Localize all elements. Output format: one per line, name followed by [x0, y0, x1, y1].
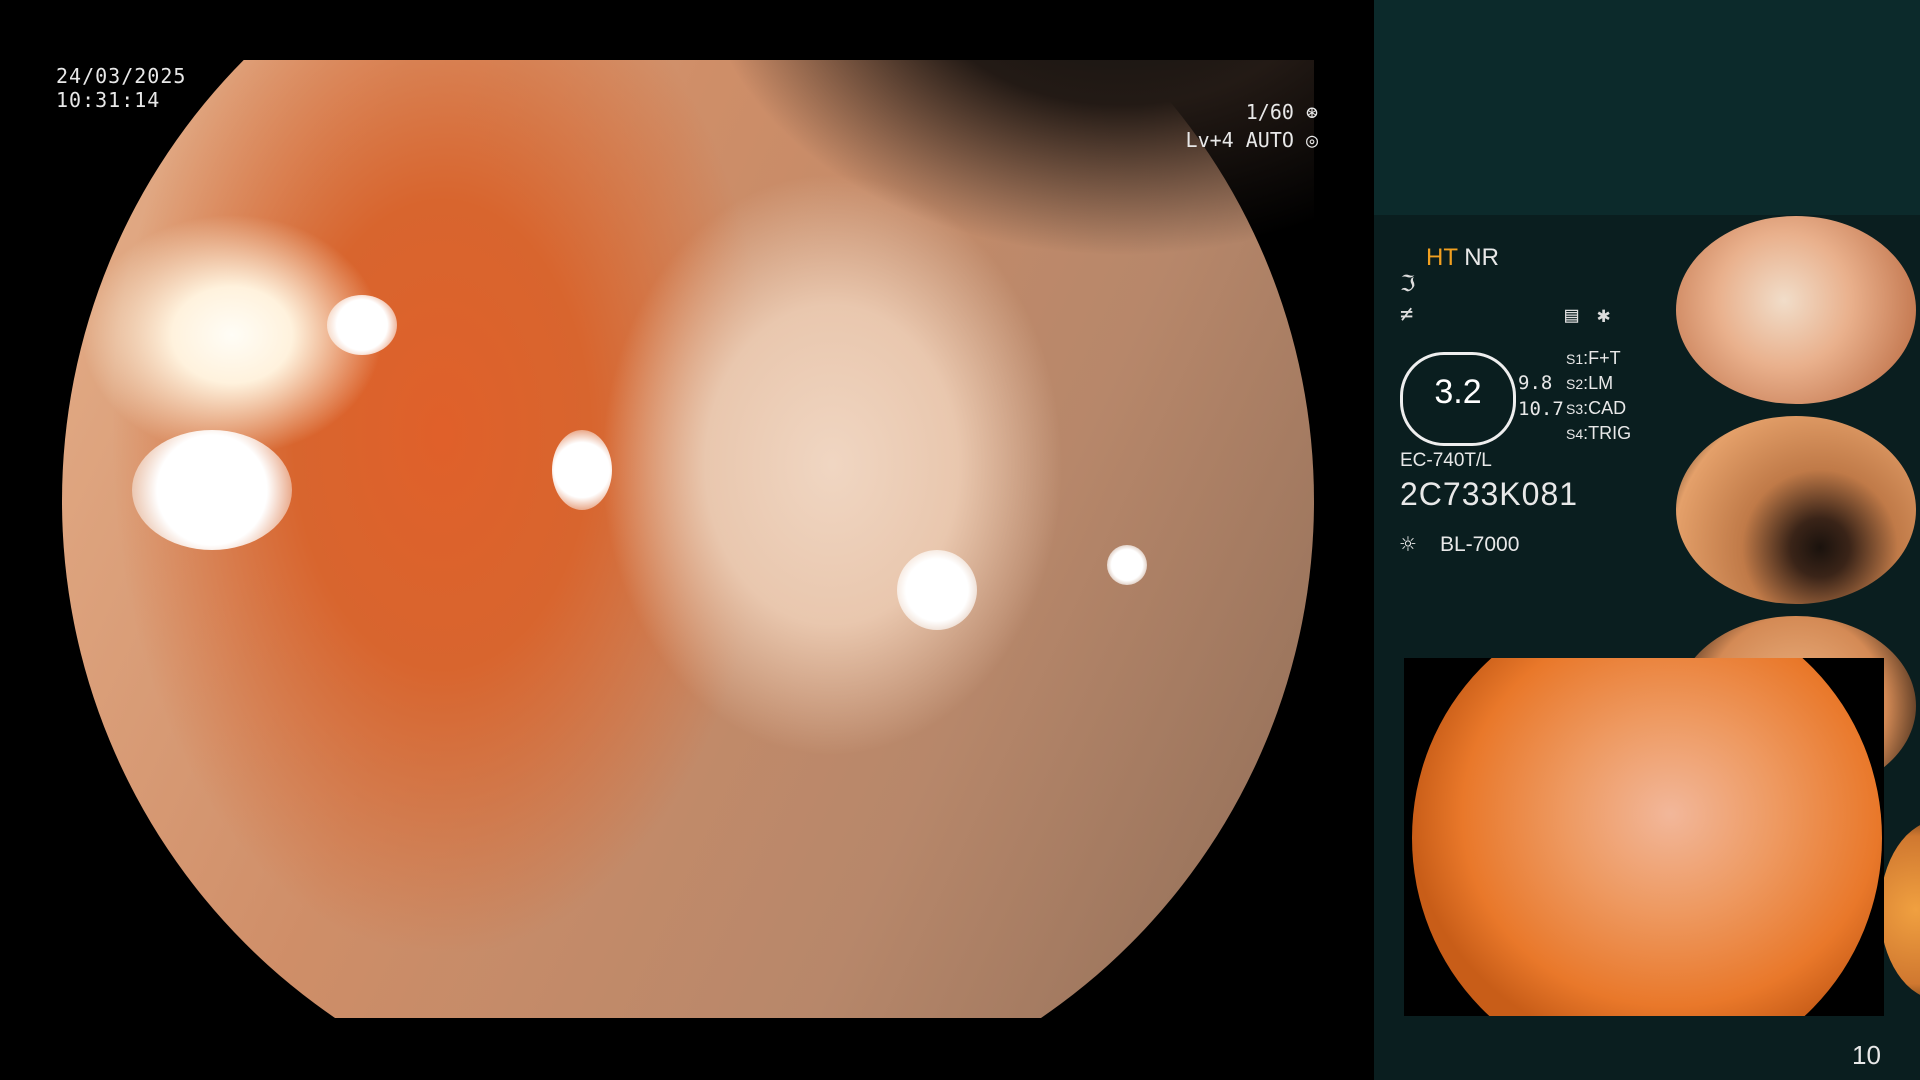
secondary-live-view	[1404, 658, 1884, 1016]
mode-ht: HT	[1426, 244, 1458, 271]
slot-value: TRIG	[1588, 423, 1632, 443]
asterisk-icon: ✱	[1597, 303, 1611, 328]
thumbnail-image	[1676, 416, 1916, 604]
shutter-icon: ⊛	[1305, 100, 1318, 124]
osd-date: 24/03/2025	[56, 64, 187, 88]
mode-nr: NR	[1464, 244, 1499, 271]
shutter-value: 1/60	[1245, 100, 1294, 124]
osd-time: 10:31:14	[56, 88, 161, 112]
side-value-2: 10.7	[1518, 398, 1564, 420]
scope-serial: 2C733K081	[1400, 476, 1579, 512]
slot-s2: S2:LM	[1566, 373, 1614, 393]
panel-header	[1374, 0, 1920, 215]
slot-key: S2	[1566, 376, 1584, 392]
magnification-gauge: 3.2	[1400, 352, 1516, 446]
light-glare	[897, 550, 977, 630]
light-glare	[1107, 545, 1147, 585]
menu-icon: ▤	[1565, 303, 1579, 328]
slot-value: F+T	[1588, 348, 1621, 368]
wave-icon: ℑ	[1400, 272, 1416, 297]
osd-shutter: 1/60 ⊛	[1246, 100, 1318, 124]
image-mode: HT NR	[1426, 244, 1499, 272]
gauge-value: 3.2	[1434, 373, 1482, 411]
thumbnail-2[interactable]	[1672, 416, 1920, 604]
thumbnail-image	[1676, 216, 1916, 404]
slot-value: LM	[1588, 373, 1614, 393]
light-glare	[552, 430, 612, 510]
level-value: Lv+4 AUTO	[1185, 128, 1294, 152]
slot-key: S3	[1566, 401, 1584, 417]
secondary-image	[1412, 658, 1882, 1016]
sun-icon: ☼	[1400, 530, 1416, 560]
thumbnail-1[interactable]	[1672, 216, 1920, 404]
thumbnail-4[interactable]	[1880, 820, 1920, 1000]
light-source: BL-7000	[1440, 533, 1520, 556]
side-value-1: 9.8	[1518, 372, 1553, 394]
endoscope-image	[62, 60, 1314, 1018]
slot-key: S4	[1566, 426, 1584, 442]
slash-icon: ≠	[1400, 302, 1414, 327]
lumen-shadow	[702, 60, 1314, 355]
slot-s1: S1:F+T	[1566, 348, 1621, 368]
thumbnail-image	[1880, 820, 1920, 1000]
page-number: 10	[1852, 1040, 1881, 1070]
slot-s3: S3:CAD	[1566, 398, 1627, 418]
slot-value: CAD	[1588, 398, 1627, 418]
light-glare	[327, 295, 397, 355]
scope-model: EC-740T/L	[1400, 450, 1492, 471]
light-glare	[132, 430, 292, 550]
iris-icon: ◎	[1305, 128, 1318, 152]
osd-level: Lv+4 AUTO ◎	[1186, 128, 1318, 152]
slot-s4: S4:TRIG	[1566, 423, 1632, 443]
main-endoscope-view	[62, 60, 1314, 1018]
slot-key: S1	[1566, 351, 1584, 367]
